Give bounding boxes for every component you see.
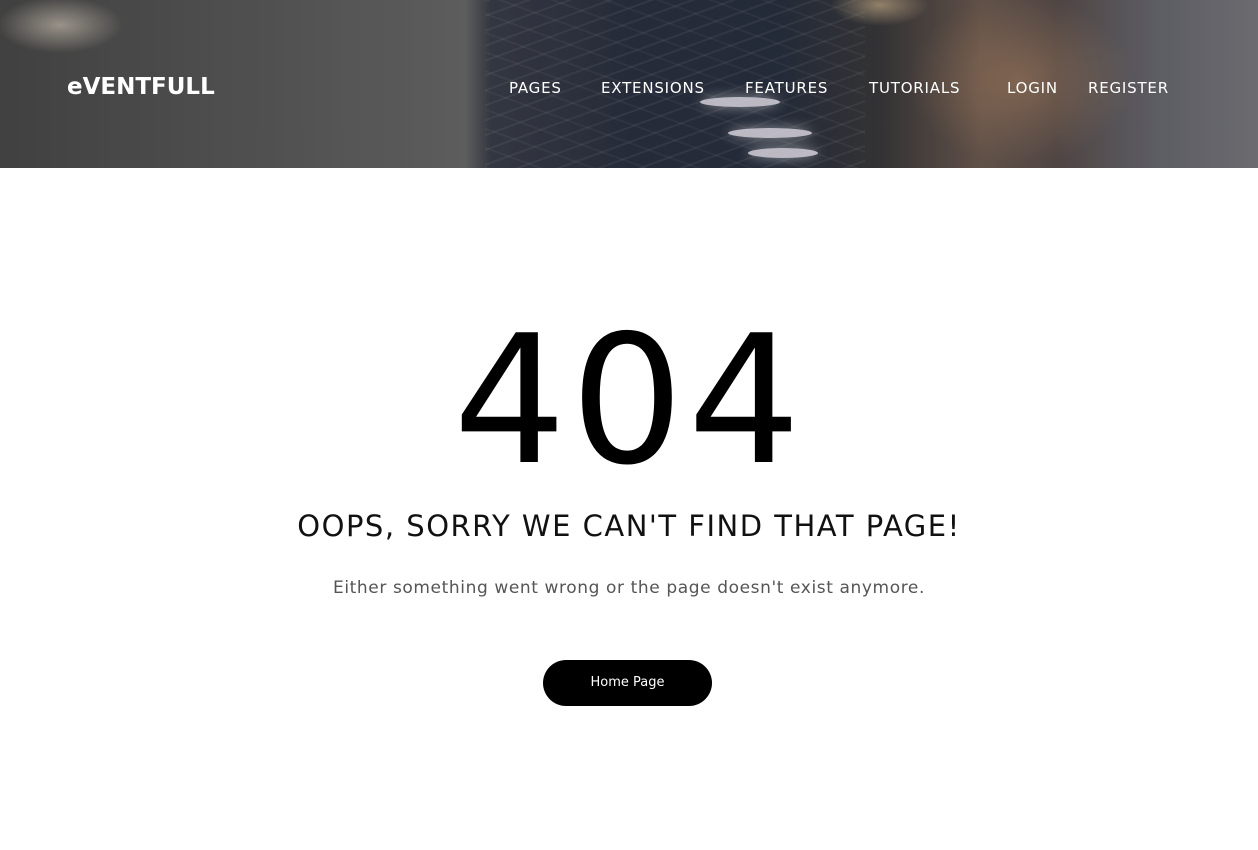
nav-item-pages[interactable]: PAGES [509, 78, 562, 98]
error-message: Either something went wrong or the page … [332, 578, 925, 598]
nav-item-login[interactable]: LOGIN [1007, 78, 1058, 98]
error-section: 404 OOPS, SORRY WE CAN'T FIND THAT PAGE!… [0, 168, 1258, 850]
home-page-button[interactable]: Home Page [543, 660, 712, 706]
nav-item-register[interactable]: REGISTER [1088, 78, 1169, 98]
main-nav: PAGES EXTENSIONS FEATURES TUTORIALS LOGI… [0, 78, 1258, 100]
error-code: 404 [453, 297, 805, 504]
nav-item-extensions[interactable]: EXTENSIONS [601, 78, 705, 98]
error-headline: OOPS, SORRY WE CAN'T FIND THAT PAGE! [297, 509, 961, 543]
nav-item-tutorials[interactable]: TUTORIALS [869, 78, 960, 98]
hero-header: eVENTFULL PAGES EXTENSIONS FEATURES TUTO… [0, 0, 1258, 168]
nav-item-features[interactable]: FEATURES [745, 78, 828, 98]
